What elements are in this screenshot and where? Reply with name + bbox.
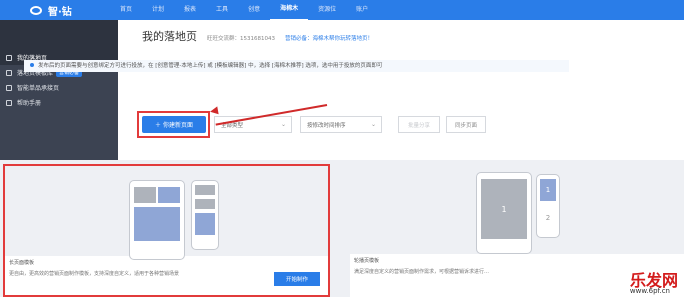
top-nav-bar: 智·钻 首页 计划 报表 工具 创意 海棉木 资源位 账户 <box>0 0 684 21</box>
preview-block <box>134 187 156 203</box>
nav-item-creative[interactable]: 创意 <box>238 0 270 20</box>
phone-mockup-strip <box>191 180 219 250</box>
nav-item-tools[interactable]: 工具 <box>206 0 238 20</box>
main-content: 我的落地页 旺旺交流群：1531681043 营销必备：海棉木帮你玩转落地页！ <box>118 20 684 160</box>
brand-logo[interactable]: 智·钻 <box>0 3 110 18</box>
promo-link[interactable]: 营销必备：海棉木帮你玩转落地页！ <box>285 34 373 42</box>
qq-group-text: 旺旺交流群：1531681043 <box>207 36 275 42</box>
info-tip-text: 发布后的页面需要与创意绑定方可进行投放，在 [创意管理-本地上传] 或 [模板编… <box>38 63 383 69</box>
template-cards: 长页面模板 更自由，更高效的营销页面制作模板，支持深度自定义，适用于各种营销场景… <box>0 160 684 297</box>
sidebar: 我的落地页 落地页模板库 营销必备 智能单品承接页 帮助手册 <box>0 20 118 160</box>
preview-block <box>195 185 215 195</box>
sidebar-item-help[interactable]: 帮助手册 <box>0 95 118 110</box>
nav-item-account[interactable]: 账户 <box>346 0 378 20</box>
template-desc: 满足深度自定义的营销页面制作需求，可根据营销诉求进行… <box>354 269 490 275</box>
nav-item-haimianmu[interactable]: 海棉木 <box>270 0 309 21</box>
page-header: 我的落地页 旺旺交流群：1531681043 营销必备：海棉木帮你玩转落地页！ <box>142 28 373 44</box>
sidebar-header <box>0 20 118 50</box>
chevron-down-icon: ⌄ <box>280 121 286 128</box>
nav-item-plan[interactable]: 计划 <box>142 0 174 20</box>
carousel-slide-label: 1 <box>481 179 527 239</box>
template-desc: 更自由，更高效的营销页面制作模板，支持深度自定义，适用于各种营销场景 <box>9 271 180 277</box>
template-card-carousel[interactable]: 1 1 2 轮播页模板 满足深度自定义的营销页面制作需求，可根据营销诉求进行… … <box>350 164 684 297</box>
nav-item-report[interactable]: 报表 <box>174 0 206 20</box>
sort-select[interactable]: 按修改时间排序 ⌄ <box>300 116 382 133</box>
sidebar-item-smart-product-page[interactable]: 智能单品承接页 <box>0 80 118 95</box>
help-icon <box>6 99 12 106</box>
preview-block <box>195 213 215 235</box>
highlight-frame <box>137 111 210 138</box>
carousel-thumb-label: 1 <box>540 179 556 201</box>
preview-block <box>158 187 180 203</box>
list-icon <box>6 84 12 91</box>
chevron-down-icon: ⌄ <box>370 121 376 128</box>
carousel-thumb-strip: 1 2 <box>536 174 560 238</box>
nav-item-home[interactable]: 首页 <box>110 0 142 20</box>
phone-mockup: 1 <box>476 172 532 254</box>
phone-mockup <box>129 180 185 260</box>
start-making-button[interactable]: 开始制作 <box>274 272 320 286</box>
batch-share-button[interactable]: 批量分享 <box>398 116 440 133</box>
brand-name: 智·钻 <box>48 6 72 18</box>
sidebar-item-label: 智能单品承接页 <box>17 85 60 92</box>
sort-value: 按修改时间排序 <box>307 122 346 129</box>
template-icon <box>6 69 12 76</box>
info-tip: 发布后的页面需要与创意绑定方可进行投放，在 [创意管理-本地上传] 或 [模板编… <box>24 60 569 72</box>
template-preview <box>5 166 328 260</box>
page-title: 我的落地页 <box>142 30 197 43</box>
info-icon <box>30 63 34 67</box>
template-name: 长页面模板 <box>9 260 35 266</box>
logo-icon <box>30 5 42 15</box>
template-name: 轮播页模板 <box>354 258 380 264</box>
nav-item-resources[interactable]: 资源位 <box>308 0 346 20</box>
preview-block <box>195 199 215 209</box>
sidebar-item-label: 帮助手册 <box>17 100 42 107</box>
template-card-long-page[interactable]: 长页面模板 更自由，更高效的营销页面制作模板，支持深度自定义，适用于各种营销场景… <box>3 164 330 297</box>
carousel-thumb-label: 2 <box>545 214 551 222</box>
template-preview: 1 1 2 <box>350 164 684 254</box>
page-icon <box>6 54 12 61</box>
main-nav: 首页 计划 报表 工具 创意 海棉木 资源位 账户 <box>110 0 378 21</box>
annotation-arrow-head <box>209 106 219 116</box>
preview-block <box>134 207 180 241</box>
watermark-url: www.6pf.cn <box>629 287 670 295</box>
sync-pages-button[interactable]: 同步页面 <box>446 116 486 133</box>
